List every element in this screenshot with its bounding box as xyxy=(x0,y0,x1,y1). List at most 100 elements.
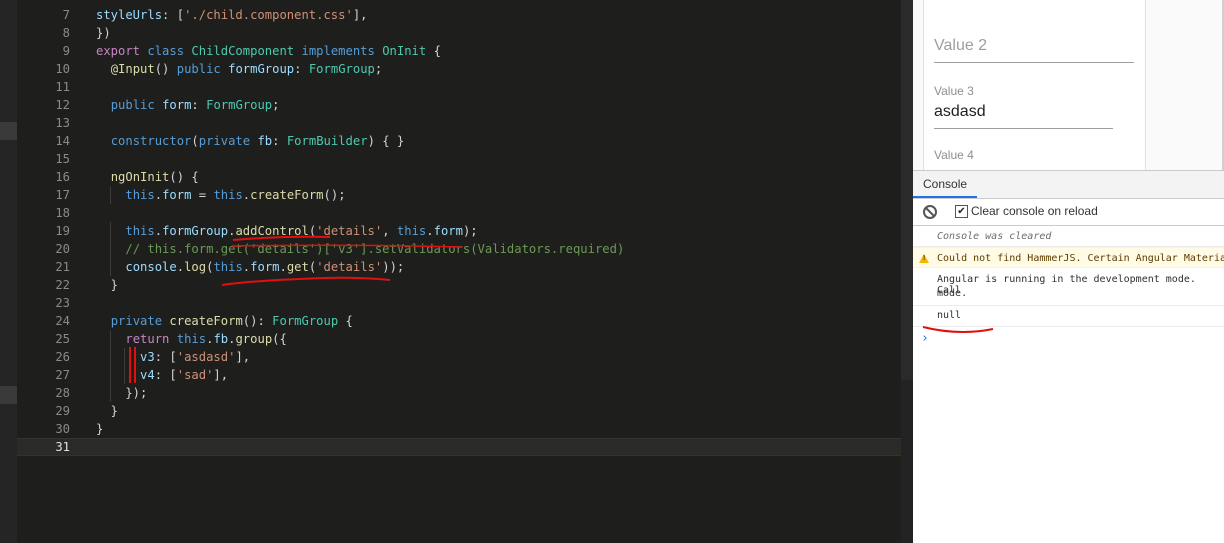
code-token: ( xyxy=(191,134,199,148)
code-line[interactable]: 25 return this.fb.group({ xyxy=(17,330,901,348)
code-text[interactable]: private createForm(): FormGroup { xyxy=(96,312,353,330)
line-number: 25 xyxy=(55,332,70,346)
code-text[interactable]: // this.form.get('details')['v3'].setVal… xyxy=(96,240,624,258)
code-line[interactable]: 16 ngOnInit() { xyxy=(17,168,901,186)
code-line[interactable]: 20 // this.form.get('details')['v3'].set… xyxy=(17,240,901,258)
value3-input[interactable]: asdasd xyxy=(934,103,986,121)
code-text[interactable]: }) xyxy=(96,24,111,42)
code-text[interactable]: } xyxy=(96,402,118,420)
line-number: 13 xyxy=(55,116,70,130)
code-token: }); xyxy=(96,386,148,400)
code-line[interactable]: 27 v4: ['sad'], xyxy=(17,366,901,384)
code-line[interactable]: 23 xyxy=(17,294,901,312)
code-line[interactable]: 7 styleUrls: ['./child.component.css'], xyxy=(17,6,901,24)
line-number: 27 xyxy=(55,368,70,382)
console-warning[interactable]: Could not find HammerJS. Certain Angular… xyxy=(913,247,1224,268)
code-token: = xyxy=(191,188,214,202)
code-token: ({ xyxy=(272,332,287,346)
code-text[interactable]: this.form = this.createForm(); xyxy=(96,186,346,204)
strip-marker xyxy=(0,386,17,404)
code-token: form xyxy=(250,260,280,274)
clear-on-reload-label: Clear console on reload xyxy=(971,204,1098,218)
code-token: 'details' xyxy=(316,260,383,274)
code-text[interactable]: } xyxy=(96,420,103,438)
code-line[interactable]: 19 this.formGroup.addControl('details', … xyxy=(17,222,901,240)
code-text[interactable]: constructor(private fb: FormBuilder) { } xyxy=(96,132,405,150)
value3-underline xyxy=(934,128,1113,129)
editor-scrollbar[interactable] xyxy=(901,0,913,380)
code-line[interactable]: 13 xyxy=(17,114,901,132)
code-line[interactable]: 28 }); xyxy=(17,384,901,402)
code-text[interactable]: return this.fb.group({ xyxy=(96,330,287,348)
line-number: 18 xyxy=(55,206,70,220)
code-token: { xyxy=(338,314,353,328)
code-token: ; xyxy=(272,98,280,112)
code-line[interactable]: 8}) xyxy=(17,24,901,42)
console-prompt-icon[interactable]: › xyxy=(921,331,929,346)
code-token: addControl xyxy=(235,224,309,238)
value2-input[interactable] xyxy=(934,33,1134,63)
code-token: : [ xyxy=(154,350,177,364)
code-token: ], xyxy=(235,350,251,364)
annotation-bar-right xyxy=(134,347,136,383)
code-token: 'details' xyxy=(316,224,383,238)
code-token: 'asdasd' xyxy=(176,350,236,364)
line-number: 31 xyxy=(55,440,70,454)
code-token: : xyxy=(272,134,287,148)
code-token: formGroup xyxy=(228,62,295,76)
code-line[interactable]: 14 constructor(private fb: FormBuilder) … xyxy=(17,132,901,150)
code-token: './child.component.css' xyxy=(184,8,353,22)
code-text[interactable]: styleUrls: ['./child.component.css'], xyxy=(96,6,368,24)
code-line[interactable]: 9 export class ChildComponent implements … xyxy=(17,42,901,60)
code-text[interactable]: export class ChildComponent implements O… xyxy=(96,42,441,60)
line-number: 29 xyxy=(55,404,70,418)
code-editor[interactable]: 7 styleUrls: ['./child.component.css'], 8}… xyxy=(0,0,913,543)
code-text[interactable]: v4: ['sad'], xyxy=(96,366,228,384)
code-line[interactable]: 12 public form: FormGroup; xyxy=(17,96,901,114)
value3-label: Value 3 xyxy=(934,84,974,98)
code-line[interactable]: 10 @Input() public formGroup: FormGroup; xyxy=(17,60,901,78)
code-line[interactable]: 15 xyxy=(17,150,901,168)
code-line[interactable]: 17 this.form = this.createForm(); xyxy=(17,186,901,204)
line-number: 24 xyxy=(55,314,70,328)
indent-guide xyxy=(109,222,111,240)
code-token: private xyxy=(198,134,251,148)
code-line[interactable]: 26 v3: ['asdasd'], xyxy=(17,348,901,366)
code-token: } xyxy=(96,422,104,436)
code-token: } xyxy=(96,404,119,418)
code-line[interactable]: 29 } xyxy=(17,402,901,420)
code-line[interactable]: 22 } xyxy=(17,276,901,294)
code-token: ; xyxy=(374,62,383,76)
line-number: 19 xyxy=(55,224,70,238)
clear-on-reload-checkbox[interactable]: ✔ xyxy=(955,205,968,218)
code-line[interactable]: 24 private createForm(): FormGroup { xyxy=(17,312,901,330)
indent-guide xyxy=(124,348,126,366)
code-token: } xyxy=(96,278,119,292)
console-toolbar: ✔ Clear console on reload xyxy=(913,199,1224,226)
code-line[interactable]: 18 xyxy=(17,204,901,222)
angular-mode-line2: mode. xyxy=(937,288,968,299)
code-token: ) { } xyxy=(367,134,405,148)
line-number: 28 xyxy=(55,386,70,400)
code-line[interactable]: 31 xyxy=(17,438,901,456)
code-line[interactable]: 30} xyxy=(17,420,901,438)
clear-console-icon[interactable] xyxy=(923,205,937,219)
code-token: FormGroup xyxy=(206,98,273,112)
code-token: form xyxy=(433,224,463,238)
code-text[interactable]: v3: ['asdasd'], xyxy=(96,348,250,366)
code-token: (); xyxy=(323,188,346,202)
angular-mode-line1: Angular is running in the development mo… xyxy=(937,274,1196,296)
code-text[interactable]: }); xyxy=(96,384,147,402)
code-text[interactable]: this.formGroup.addControl('details', thi… xyxy=(96,222,477,240)
code-text[interactable]: console.log(this.form.get('details')); xyxy=(96,258,404,276)
code-text[interactable]: @Input() public formGroup: FormGroup; xyxy=(96,60,383,78)
null-underline xyxy=(922,326,994,334)
code-text[interactable]: public form: FormGroup; xyxy=(96,96,280,114)
code-line[interactable]: 21 console.log(this.form.get('details'))… xyxy=(17,258,901,276)
tab-console[interactable]: Console xyxy=(913,171,978,198)
code-text[interactable]: ngOnInit() { xyxy=(96,168,199,186)
code-text[interactable]: } xyxy=(96,276,118,294)
warning-icon xyxy=(919,254,929,263)
code-token: FormBuilder xyxy=(286,134,368,148)
code-line[interactable]: 11 xyxy=(17,78,901,96)
